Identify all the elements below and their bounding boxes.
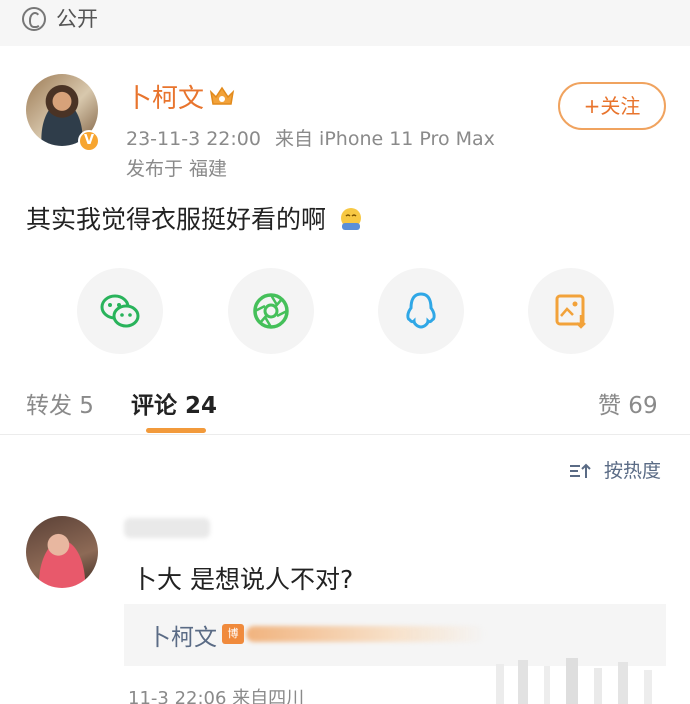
author-name[interactable]: 卜柯文 [126,78,204,115]
post-content-text: 其实我觉得衣服挺好看的啊 [26,205,327,234]
tab-likes[interactable]: 赞 69 [598,386,658,420]
qq-share-button[interactable] [378,268,464,354]
comment-meta: 11-3 22:06 来自四川 [128,688,305,704]
moments-share-button[interactable] [228,268,314,354]
verified-badge-icon: V [78,130,100,152]
qq-share-icon [406,292,436,329]
commenter-avatar[interactable] [26,516,98,588]
tab-comments[interactable]: 评论 24 [131,386,217,420]
moments-share-icon [253,293,289,329]
post-source: 来自 iPhone 11 Pro Max [275,128,495,150]
post-time-source: 23-11-3 22:00 来自 iPhone 11 Pro Max [126,124,495,151]
wechat-share-button[interactable] [77,268,163,354]
post-time: 23-11-3 22:00 [126,128,261,150]
save-image-icon [555,294,586,329]
wechat-share-icon [100,294,140,328]
post-location: 发布于 福建 [126,158,228,180]
post-card: V 卜柯文 23-11-3 22:00 来自 iPhone 11 Pro Max… [0,46,690,434]
post-content: 其实我觉得衣服挺好看的啊 [26,200,364,236]
reply-text-blurred [246,626,486,642]
reply-author[interactable]: 卜柯文 [148,618,217,652]
comment-text: 卜大 是想说人不对? [132,565,354,594]
visibility-bar: 公开 [0,0,690,46]
save-image-button[interactable] [528,268,614,354]
sort-icon [570,463,591,478]
active-tab-indicator [146,428,206,433]
author-badge-icon: 博 [222,624,244,644]
crown-icon [209,86,235,105]
visibility-label: 公开 [56,7,98,31]
sort-button[interactable]: 按热度 [568,456,661,483]
divider [0,434,690,435]
sort-label: 按热度 [604,460,662,482]
watermark-icon [496,658,652,704]
follow-button[interactable]: +关注 [558,82,666,130]
tab-repost[interactable]: 转发 5 [26,386,94,420]
tabs-row: 转发 5 评论 24 赞 69 [0,380,690,434]
globe-icon [22,7,46,31]
emoji-icon [340,208,361,230]
commenter-name-blurred [124,518,210,538]
